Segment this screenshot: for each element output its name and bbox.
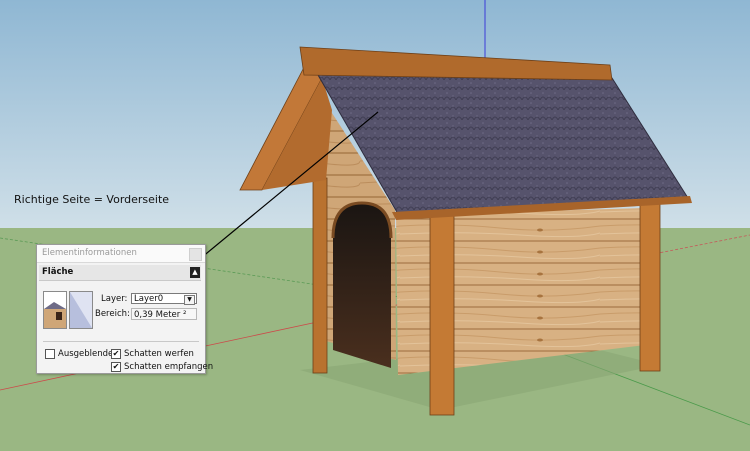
layer-select[interactable]: Layer0 ▼ <box>131 293 197 305</box>
hidden-label: Ausgeblendet <box>58 349 117 359</box>
cast-shadows-checkbox[interactable]: ✔ <box>111 349 121 359</box>
section-label: Fläche <box>42 267 74 277</box>
panel-divider <box>43 341 199 342</box>
layer-value: Layer0 <box>134 294 164 304</box>
entity-info-panel: Elementinformationen Fläche ▲ Layer: Lay… <box>36 244 213 374</box>
panel-title-bar[interactable]: Elementinformationen <box>37 245 205 263</box>
chevron-down-icon[interactable]: ▼ <box>184 295 195 305</box>
close-icon[interactable] <box>189 248 202 261</box>
collapse-icon[interactable]: ▲ <box>190 267 200 278</box>
hidden-checkbox[interactable] <box>45 349 55 359</box>
back-material-swatch[interactable] <box>69 291 93 329</box>
area-label: Bereich: <box>95 309 130 319</box>
receive-shadows-checkbox[interactable]: ✔ <box>111 362 121 372</box>
receive-shadows-label: Schatten empfangen <box>124 362 214 372</box>
sketchup-viewport[interactable] <box>0 0 750 451</box>
corner-post-front-left <box>312 177 328 374</box>
doorway[interactable] <box>333 203 391 368</box>
cast-shadows-label: Schatten werfen <box>124 349 194 359</box>
corner-post-back <box>639 202 661 372</box>
area-value: 0,39 Meter ² <box>131 308 197 320</box>
panel-title: Elementinformationen <box>42 248 137 258</box>
layer-label: Layer: <box>101 294 128 304</box>
corner-post-front-right <box>429 214 455 416</box>
section-header[interactable]: Fläche ▲ <box>39 265 201 281</box>
front-material-swatch[interactable] <box>43 291 67 329</box>
annotation-text: Richtige Seite = Vorderseite <box>14 193 170 206</box>
